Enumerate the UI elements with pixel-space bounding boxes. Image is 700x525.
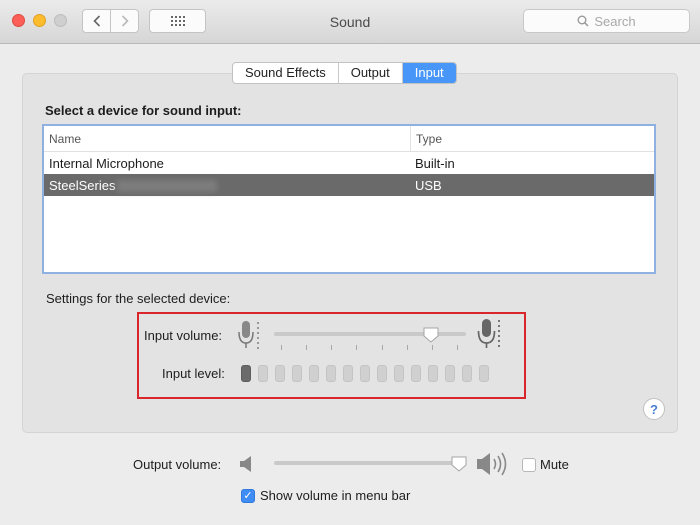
- level-segment: [428, 365, 438, 382]
- device-name: Internal Microphone: [49, 155, 164, 171]
- speaker-low-icon: [240, 456, 251, 472]
- input-level-meter: [241, 365, 489, 382]
- tick: [281, 345, 282, 350]
- level-segment: [343, 365, 353, 382]
- device-table[interactable]: Name Type Internal Microphone Built-in S…: [42, 124, 656, 274]
- blurred-text: [117, 180, 218, 193]
- microphone-high-icon: [477, 319, 500, 348]
- show-volume-checkbox[interactable]: ✓: [241, 489, 255, 503]
- search-icon: [577, 15, 589, 27]
- column-header-name[interactable]: Name: [44, 132, 410, 146]
- device-name-cell: SteelSeries: [44, 178, 410, 193]
- microphone-low-icon: [238, 321, 259, 349]
- output-volume-label: Output volume:: [133, 457, 222, 472]
- speaker-high-icon: [477, 452, 507, 476]
- tick: [431, 345, 433, 350]
- output-volume-knob[interactable]: [450, 455, 468, 473]
- tick: [306, 345, 308, 350]
- input-volume-label: Input volume:: [144, 328, 223, 343]
- level-segment: [479, 365, 489, 382]
- mute-label: Mute: [540, 457, 569, 472]
- table-row[interactable]: SteelSeries USB: [44, 174, 654, 196]
- tab-sound-effects[interactable]: Sound Effects: [233, 63, 339, 83]
- checkmark-icon: ✓: [243, 490, 253, 502]
- table-row[interactable]: Internal Microphone Built-in: [44, 152, 654, 174]
- slider-ticks: [281, 345, 458, 350]
- tab-output[interactable]: Output: [339, 63, 403, 83]
- input-volume-knob[interactable]: [422, 326, 440, 344]
- mute-checkbox[interactable]: [522, 458, 536, 472]
- level-segment: [411, 365, 421, 382]
- tab-bar: Sound Effects Output Input: [232, 62, 457, 84]
- tick: [406, 345, 408, 350]
- show-volume-label: Show volume in menu bar: [260, 488, 411, 503]
- tick: [381, 345, 383, 350]
- level-segment: [394, 365, 404, 382]
- title-bar: Sound Search: [0, 0, 700, 44]
- device-type: Built-in: [415, 155, 455, 171]
- level-segment: [462, 365, 472, 382]
- tick: [356, 345, 358, 350]
- tick: [456, 345, 458, 350]
- level-segment: [292, 365, 302, 382]
- help-button[interactable]: ?: [643, 398, 665, 420]
- tab-input[interactable]: Input: [402, 63, 456, 83]
- search-field[interactable]: Search: [523, 9, 690, 33]
- table-header: Name Type: [44, 126, 654, 152]
- level-segment: [377, 365, 387, 382]
- level-segment: [309, 365, 319, 382]
- level-segment: [360, 365, 370, 382]
- settings-label: Settings for the selected device:: [46, 291, 231, 306]
- level-segment: [275, 365, 285, 382]
- output-volume-slider[interactable]: [274, 461, 459, 465]
- level-segment: [241, 365, 251, 382]
- highlight-box: [137, 312, 526, 399]
- level-segment: [326, 365, 336, 382]
- level-segment: [258, 365, 268, 382]
- search-placeholder: Search: [594, 13, 636, 29]
- device-list-heading: Select a device for sound input:: [45, 103, 242, 118]
- tick: [331, 345, 333, 350]
- column-header-type[interactable]: Type: [410, 126, 654, 151]
- level-segment: [445, 365, 455, 382]
- device-name: SteelSeries: [49, 177, 116, 193]
- device-type: USB: [415, 177, 442, 193]
- input-level-label: Input level:: [162, 366, 225, 381]
